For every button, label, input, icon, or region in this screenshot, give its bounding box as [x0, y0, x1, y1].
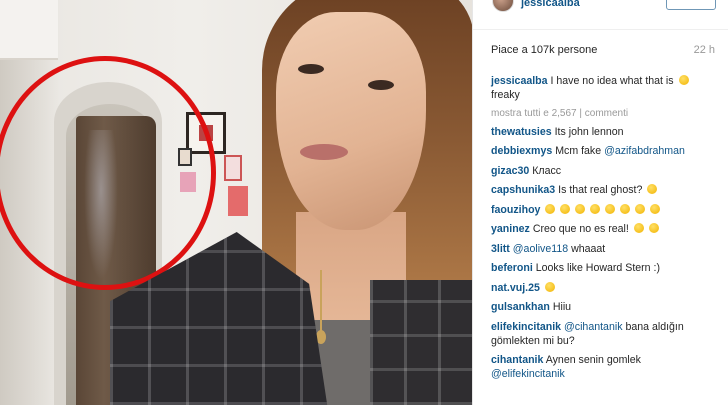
- post-time: 22 h: [693, 44, 715, 56]
- more-comments-link[interactable]: mostra tutti e 2,567 | commenti: [491, 108, 725, 119]
- comment-username[interactable]: capshunika3: [491, 184, 555, 196]
- post-photo[interactable]: [0, 0, 472, 405]
- list-item: cihantanik Aynen senin gomlek @elifekinc…: [491, 353, 725, 381]
- likes-count[interactable]: Piace a 107k persone: [491, 44, 597, 56]
- emoji-icon: [545, 203, 556, 214]
- wall-card: [224, 155, 242, 181]
- emoji-icon: [544, 281, 555, 292]
- comment-username[interactable]: gulsankhan: [491, 301, 550, 313]
- list-item: elifekincitanik @cihantanik bana aldığın…: [491, 320, 725, 348]
- comment-text: Its john lennon: [554, 125, 624, 138]
- comment-list: jessicaalba I have no idea what that is …: [491, 74, 725, 387]
- caption-text: I have no idea what that is: [550, 75, 674, 87]
- comment-text: Is that real ghost?: [558, 184, 643, 196]
- highlight-circle: [0, 56, 216, 290]
- avatar[interactable]: [492, 0, 514, 12]
- comment-username[interactable]: gizac30: [491, 165, 529, 177]
- list-item: debbiexmys Mcm fake @azifabdrahman: [491, 144, 725, 158]
- comment-text-2: gömlekten mi bu?: [491, 334, 575, 347]
- list-item: beferoni Looks like Howard Stern :): [491, 261, 725, 275]
- eye-right: [368, 80, 394, 90]
- list-item: 3litt @aolive118 whaaat: [491, 242, 725, 256]
- comment-username[interactable]: yaninez: [491, 223, 530, 235]
- comment-username[interactable]: elifekincitanik: [491, 321, 561, 333]
- comment-username[interactable]: nat.vuj.25: [491, 282, 540, 294]
- comment-username[interactable]: beferoni: [491, 262, 533, 274]
- emoji-icon: [678, 75, 689, 85]
- lips: [300, 144, 348, 160]
- list-item: thewatusies Its john lennon: [491, 125, 725, 139]
- comment-mention[interactable]: @aolive118: [513, 243, 568, 255]
- comment-text: whaaat: [571, 242, 606, 255]
- emoji-icon: [590, 203, 601, 214]
- list-item: yaninez Creo que no es real!: [491, 222, 725, 236]
- comments-panel: jessicaalba Piace a 107k persone 22 h je…: [472, 0, 728, 405]
- follow-button[interactable]: [666, 0, 716, 10]
- emoji-icon: [650, 203, 661, 214]
- comment-text: bana aldığın: [625, 320, 684, 333]
- eye-left: [298, 64, 324, 74]
- emoji-icon: [647, 184, 658, 194]
- emoji-icon: [635, 203, 646, 214]
- list-item: capshunika3 Is that real ghost?: [491, 183, 725, 197]
- emoji-icon: [620, 203, 631, 214]
- list-item: gulsankhan Hiiu: [491, 300, 725, 314]
- list-item: gizac30 Класс: [491, 164, 725, 178]
- comment-mention[interactable]: @elifekincitanik: [491, 368, 565, 380]
- comment-username[interactable]: 3litt: [491, 243, 510, 255]
- plaid-shirt-right: [370, 280, 472, 405]
- emoji-icon: [575, 203, 586, 214]
- likes-row: Piace a 107k persone 22 h: [491, 44, 719, 60]
- list-item: nat.vuj.25: [491, 281, 725, 295]
- caption-text-2: freaky: [491, 89, 520, 101]
- comment-username[interactable]: cihantanik: [491, 354, 543, 366]
- comment-mention[interactable]: @cihantanik: [564, 321, 622, 333]
- caption-username[interactable]: jessicaalba: [491, 75, 548, 87]
- comment-text: Mcm fake: [555, 145, 602, 157]
- caption: jessicaalba I have no idea what that is …: [491, 74, 725, 102]
- emoji-icon: [633, 223, 644, 233]
- wall-card-red: [228, 186, 248, 216]
- comment-text: Aynen senin gomlek: [545, 354, 641, 366]
- comment-username[interactable]: faouzihoy: [491, 204, 540, 216]
- comment-text: Класс: [532, 164, 562, 177]
- emoji-icon: [648, 223, 659, 233]
- shelf: [0, 0, 58, 60]
- emoji-icon: [605, 203, 616, 214]
- comment-mention[interactable]: @azifabdrahman: [604, 145, 685, 157]
- face: [276, 12, 426, 230]
- comment-username[interactable]: debbiexmys: [491, 145, 552, 157]
- emoji-icon: [560, 203, 571, 214]
- comment-text: Creo que no es real!: [532, 223, 629, 235]
- comment-text: Hiiu: [552, 301, 572, 313]
- post-header: jessicaalba: [473, 0, 728, 30]
- list-item: faouzihoy: [491, 203, 725, 217]
- comment-text: Looks like Howard Stern :): [535, 262, 660, 274]
- header-username[interactable]: jessicaalba: [521, 0, 580, 9]
- comment-username[interactable]: thewatusies: [491, 126, 552, 138]
